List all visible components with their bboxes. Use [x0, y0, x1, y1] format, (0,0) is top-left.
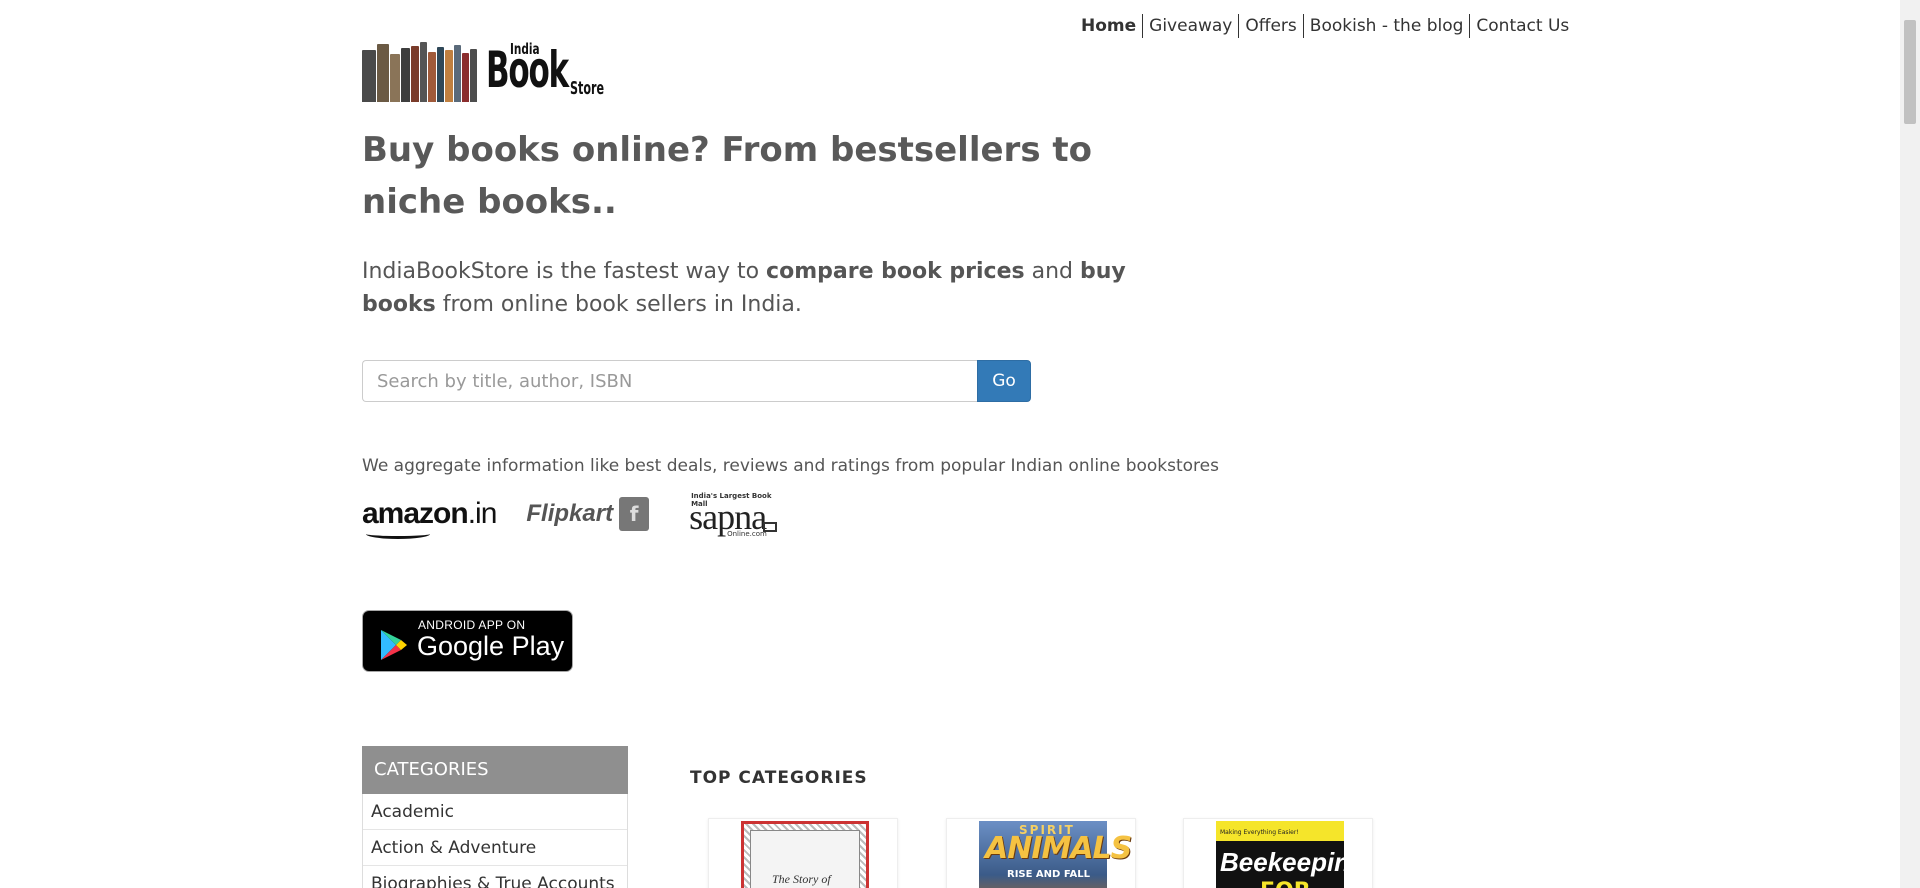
bookshelf-icon — [362, 42, 478, 102]
cover-subtitle: FOR — [1260, 879, 1311, 888]
cover-tagline: Making Everything Easier! — [1220, 829, 1299, 836]
sapna-logo: India's Largest Book Mall sapna Online.c… — [679, 490, 779, 538]
categories-list: Academic Action & Adventure Biographies … — [362, 794, 628, 888]
logo-text-store: Store — [570, 78, 605, 99]
store-logos: amazon.in Flipkart f India's Largest Boo… — [362, 490, 779, 539]
top-category-card[interactable]: SPIRIT ANIMALS RISE AND FALL — [946, 818, 1136, 888]
top-categories-heading: TOP CATEGORIES — [690, 768, 868, 788]
page-scrollbar[interactable] — [1900, 0, 1920, 888]
search-bar: Go — [362, 360, 1031, 402]
intro-text: IndiaBookStore is the fastest way to com… — [362, 255, 1142, 321]
book-cover-image: The Story of — [741, 821, 869, 888]
book-cover-image: Making Everything Easier! Beekeeping FOR — [1216, 821, 1366, 888]
categories-heading: CATEGORIES — [362, 746, 628, 794]
category-item-biographies[interactable]: Biographies & True Accounts — [363, 866, 627, 888]
nav-blog-link[interactable]: Bookish - the blog — [1302, 14, 1470, 38]
book-cover-image: SPIRIT ANIMALS RISE AND FALL — [979, 821, 1132, 888]
google-play-big-text: Google Play — [417, 631, 565, 661]
flipkart-logo: Flipkart f — [526, 497, 650, 531]
categories-panel: CATEGORIES Academic Action & Adventure B… — [362, 746, 628, 888]
aggregate-text: We aggregate information like best deals… — [362, 456, 1219, 476]
cover-title: The Story of — [772, 872, 831, 886]
amazon-logo: amazon.in — [362, 497, 498, 539]
amazon-logo-text: amazon — [362, 497, 469, 530]
cover-title: Beekeeping — [1220, 847, 1366, 877]
nav-home-link[interactable]: Home — [1075, 14, 1142, 38]
category-item-action-adventure[interactable]: Action & Adventure — [363, 830, 627, 866]
flipkart-logo-text: Flipkart — [526, 500, 614, 527]
amazon-smile-icon — [366, 529, 430, 539]
intro-part-2: and — [1024, 259, 1081, 284]
intro-part-1: IndiaBookStore is the fastest way to — [362, 259, 767, 284]
google-play-icon — [381, 630, 407, 660]
search-go-button[interactable]: Go — [977, 360, 1031, 402]
top-category-card[interactable]: Making Everything Easier! Beekeeping FOR — [1183, 818, 1373, 888]
site-logo[interactable]: India Book Store — [362, 38, 612, 102]
nav-giveaway-link[interactable]: Giveaway — [1142, 14, 1238, 38]
page: Home Giveaway Offers Bookish - the blog … — [0, 0, 1900, 888]
intro-part-3: from online book sellers in India. — [435, 292, 802, 317]
flipkart-bag-icon: f — [619, 497, 650, 531]
top-category-card[interactable]: The Story of — [708, 818, 898, 888]
nav-offers-link[interactable]: Offers — [1238, 14, 1302, 38]
scrollbar-thumb[interactable] — [1904, 20, 1916, 124]
intro-bold-compare: compare book prices — [766, 259, 1025, 284]
cover-subtitle: RISE AND FALL — [1007, 869, 1090, 880]
google-play-badge[interactable]: ANDROID APP ON Google Play — [362, 610, 573, 672]
amazon-logo-suffix: .in — [467, 497, 498, 530]
category-item-academic[interactable]: Academic — [363, 794, 627, 830]
top-nav: Home Giveaway Offers Bookish - the blog … — [1075, 14, 1575, 38]
page-title: Buy books online? From bestsellers to ni… — [362, 130, 1093, 222]
sapna-logo-sub: Online.com — [727, 530, 767, 538]
cover-title: ANIMALS — [985, 831, 1132, 866]
nav-contact-link[interactable]: Contact Us — [1469, 14, 1575, 38]
search-input[interactable] — [362, 360, 977, 402]
logo-text-book: Book — [486, 41, 569, 99]
google-play-small-text: ANDROID APP ON — [418, 618, 526, 632]
sapna-cart-icon — [763, 522, 778, 532]
